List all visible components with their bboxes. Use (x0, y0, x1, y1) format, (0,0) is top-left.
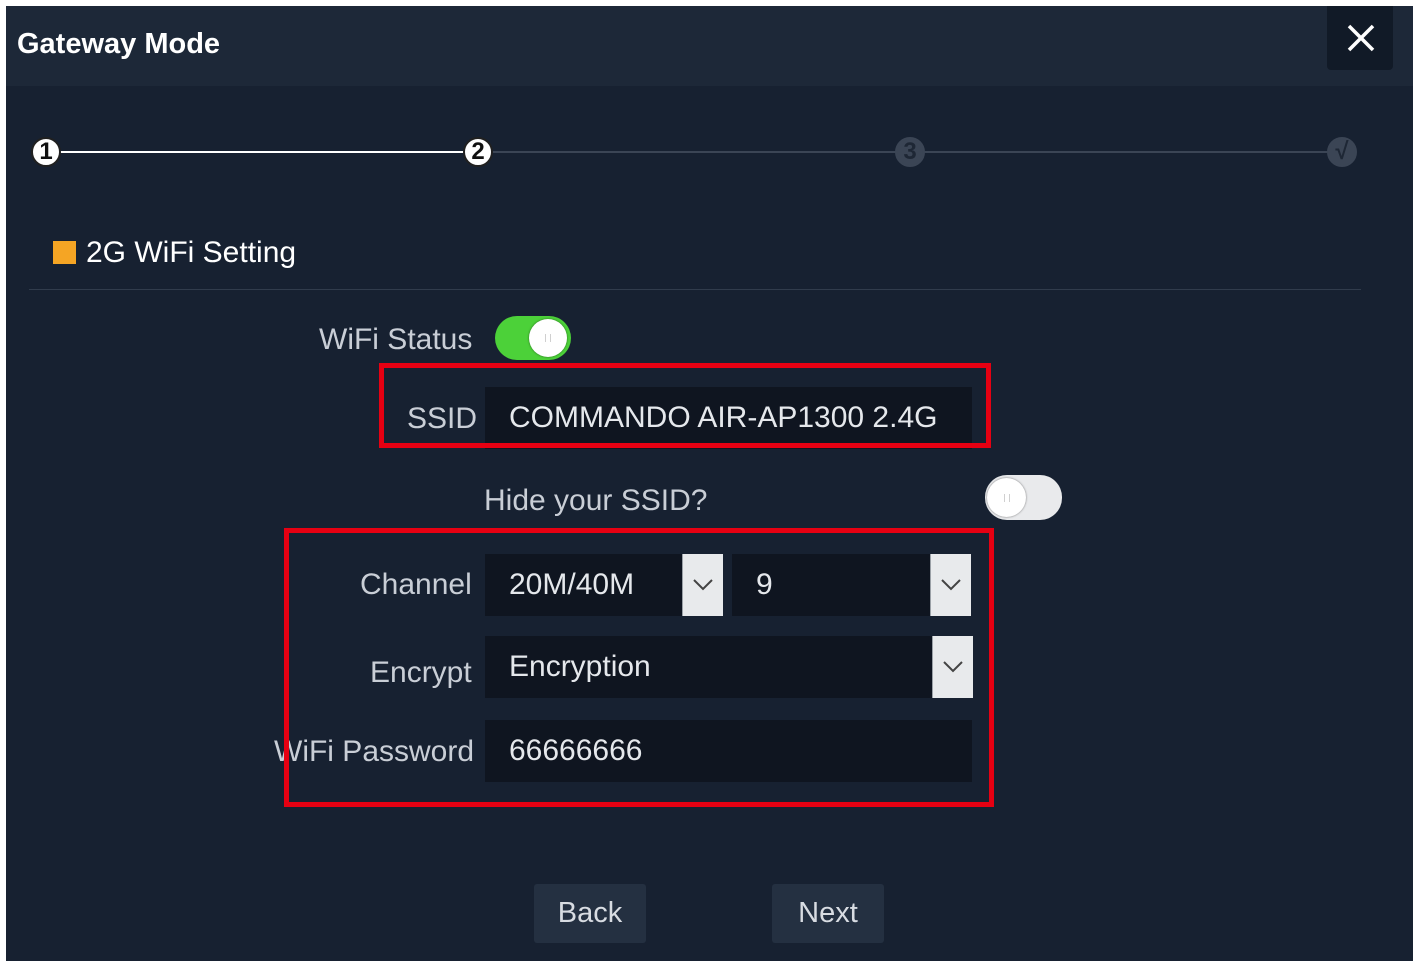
section-marker (53, 241, 76, 264)
back-button[interactable]: Back (534, 884, 646, 943)
close-button[interactable] (1327, 6, 1393, 70)
toggle-knob (987, 478, 1026, 517)
gateway-mode-dialog: Gateway Mode 1 2 3 √ 2G WiFi Setting WiF… (6, 6, 1413, 961)
section-divider (29, 289, 1361, 290)
hide-ssid-toggle[interactable] (985, 475, 1062, 520)
step-3: 3 (895, 137, 925, 167)
ssid-highlight-box (379, 363, 991, 448)
wifi-status-label: WiFi Status (319, 323, 473, 356)
close-icon (1347, 24, 1375, 52)
step-connector-1 (46, 151, 478, 153)
step-connector-2 (478, 151, 910, 153)
step-finish: √ (1327, 137, 1357, 167)
step-1: 1 (31, 137, 61, 167)
hide-ssid-label: Hide your SSID? (484, 484, 708, 517)
dialog-titlebar: Gateway Mode (6, 6, 1413, 86)
wifi-status-toggle[interactable] (495, 316, 571, 360)
next-button[interactable]: Next (772, 884, 884, 943)
settings-highlight-box (284, 528, 994, 807)
dialog-title: Gateway Mode (17, 28, 221, 60)
step-2: 2 (463, 137, 493, 167)
toggle-knob (529, 319, 567, 357)
step-connector-3 (910, 151, 1342, 153)
section-title: 2G WiFi Setting (86, 236, 297, 269)
